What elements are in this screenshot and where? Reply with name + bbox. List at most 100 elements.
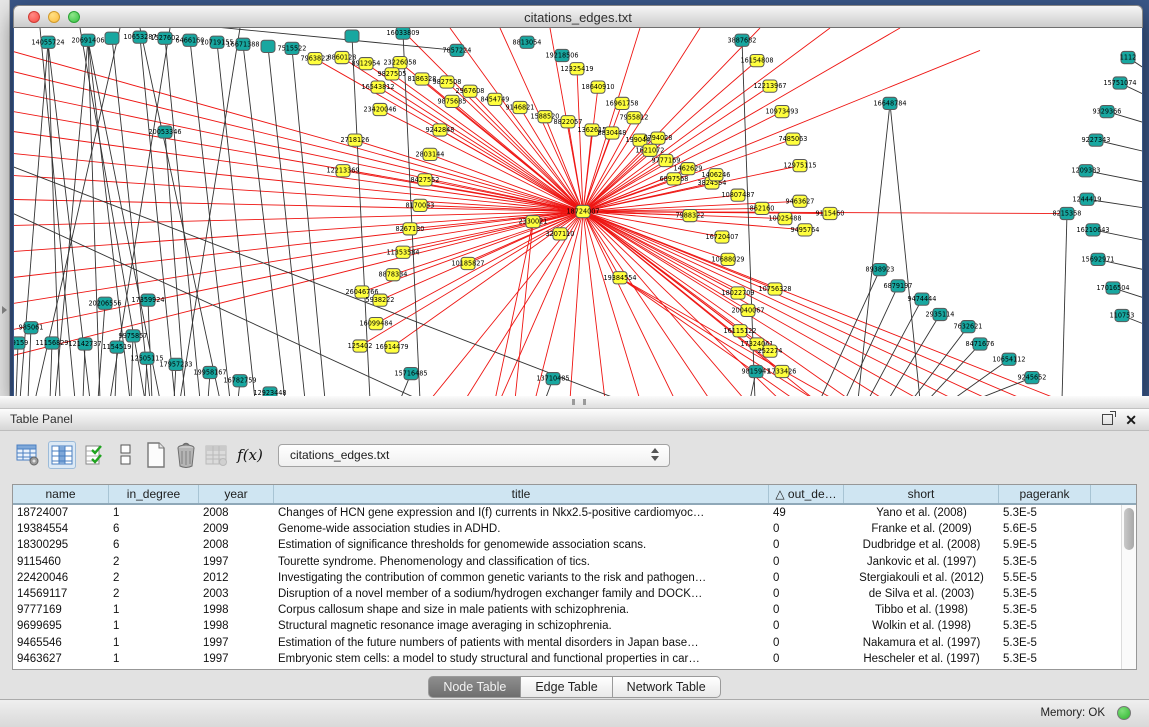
graph-node[interactable]: 110753 [1110, 309, 1135, 321]
graph-node[interactable]: 12923448 [253, 387, 286, 396]
table-source-dropdown[interactable]: citations_edges.txt [278, 444, 670, 467]
graph-node[interactable] [345, 30, 359, 42]
graph-node[interactable]: 17957233 [159, 358, 192, 370]
graph-node[interactable]: 19218506 [545, 49, 578, 61]
show-column-button[interactable] [48, 441, 76, 469]
graph-node[interactable]: 8215358 [1053, 207, 1082, 219]
graph-node[interactable]: 10807487 [721, 189, 754, 201]
table-row[interactable]: 1830029562008Estimation of significance … [13, 537, 1136, 553]
row-height-button[interactable] [112, 441, 140, 469]
graph-node[interactable]: 16671388 [226, 38, 259, 50]
graph-node[interactable]: 2935114 [926, 308, 955, 320]
network-window-titlebar[interactable]: citations_edges.txt [13, 5, 1143, 28]
graph-node[interactable]: 16210643 [1076, 224, 1109, 236]
graph-node[interactable]: 7857224 [443, 44, 472, 56]
graph-node[interactable]: 20040067 [731, 304, 764, 316]
table-row[interactable]: 1456911722003Disruption of a novel membe… [13, 586, 1136, 602]
table-row[interactable]: 977716911998Corpus callosum shape and si… [13, 602, 1136, 618]
column-header-name[interactable]: name [13, 485, 109, 503]
graph-node[interactable]: 8938923 [866, 263, 895, 275]
graph-node[interactable]: 16115122 [723, 325, 756, 337]
graph-node[interactable]: 15692971 [1081, 253, 1114, 265]
graph-node[interactable]: 16154808 [740, 55, 773, 67]
column-header-short[interactable]: short [844, 485, 999, 503]
graph-node[interactable]: 5938222 [366, 294, 395, 306]
close-panel-icon[interactable]: ✕ [1125, 411, 1137, 429]
graph-node[interactable]: 16543812 [361, 81, 394, 93]
column-header-title[interactable]: title [274, 485, 769, 503]
graph-node[interactable]: 16914479 [375, 341, 408, 353]
graph-node[interactable]: 9495764 [791, 224, 820, 236]
graph-node[interactable]: 20691406 [71, 34, 104, 46]
graph-node[interactable]: 11156829 [35, 337, 68, 349]
graph-node[interactable]: 12325419 [560, 63, 593, 75]
graph-node[interactable]: 17359924 [131, 294, 164, 306]
graph-node[interactable]: 18640910 [581, 81, 614, 93]
graph-node[interactable]: 1209383 [1072, 165, 1101, 177]
graph-node[interactable]: 3207110 [546, 228, 575, 240]
graph-node[interactable]: 9463627 [786, 195, 815, 207]
graph-node[interactable]: 16648784 [873, 97, 906, 109]
graph-node[interactable]: 2803144 [416, 148, 445, 160]
network-graph[interactable]: 1872400714055724206914061065328715276026… [14, 28, 1142, 396]
graph-node[interactable]: 7955812 [620, 112, 649, 124]
table-row[interactable]: 2242004622012Investigating the contribut… [13, 570, 1136, 586]
graph-node[interactable] [105, 32, 119, 44]
scrollbar-thumb[interactable] [1124, 508, 1134, 550]
function-builder-button[interactable]: f(x) [236, 441, 264, 469]
graph-node[interactable]: 8878334 [379, 269, 408, 281]
splitter-grip-icon[interactable] [572, 399, 586, 405]
float-panel-icon[interactable] [1102, 414, 1113, 425]
select-all-button[interactable] [82, 441, 110, 469]
graph-node[interactable]: 9329366 [1093, 105, 1122, 117]
import-table-button-disabled[interactable] [202, 441, 230, 469]
graph-node[interactable]: 7485063 [779, 133, 808, 145]
graph-node[interactable]: 16099484 [359, 318, 392, 330]
graph-node[interactable] [261, 40, 275, 52]
graph-node[interactable]: 9827505 [378, 68, 407, 80]
graph-node[interactable]: 23420046 [363, 103, 396, 115]
graph-node[interactable]: 19384554 [603, 272, 636, 284]
expand-panel-arrow-icon[interactable] [2, 306, 7, 314]
table-settings-button[interactable] [14, 441, 42, 469]
graph-node[interactable]: 19958167 [193, 366, 226, 378]
graph-node[interactable]: 9875685 [438, 95, 467, 107]
graph-node[interactable]: 12213369 [326, 165, 359, 177]
graph-node[interactable]: 7515522 [278, 42, 307, 54]
new-column-button[interactable] [142, 441, 170, 469]
table-row[interactable]: 969969511998Structural magnetic resonanc… [13, 618, 1136, 634]
panel-splitter[interactable] [0, 396, 1149, 409]
graph-node[interactable]: 8427552 [411, 174, 440, 186]
graph-node[interactable]: 17016504 [1096, 282, 1129, 294]
graph-node[interactable]: 8813054 [513, 36, 542, 48]
table-row[interactable]: 1938455462009Genome-wide association stu… [13, 521, 1136, 537]
graph-node[interactable]: 15716485 [394, 367, 427, 379]
graph-node[interactable]: 7963822 [301, 52, 330, 64]
graph-node[interactable]: 9227343 [1082, 134, 1111, 146]
column-header-year[interactable]: year [199, 485, 274, 503]
table-vertical-scrollbar[interactable] [1121, 505, 1136, 669]
tab-node-table[interactable]: Node Table [428, 676, 521, 698]
graph-node[interactable]: 985061 [19, 322, 44, 334]
column-header-in_degree[interactable]: in_degree [109, 485, 199, 503]
column-header-pagerank[interactable]: pagerank [999, 485, 1091, 503]
graph-node[interactable]: 12975115 [783, 160, 816, 172]
graph-node[interactable]: 16961758 [605, 97, 638, 109]
graph-node[interactable]: 9115460 [816, 207, 845, 219]
graph-node[interactable]: 8170033 [406, 199, 435, 211]
network-canvas[interactable]: 1872400714055724206914061065328715276026… [14, 28, 1142, 396]
graph-node[interactable]: 12213967 [753, 80, 786, 92]
graph-node[interactable]: 3887682 [728, 34, 757, 46]
graph-node[interactable]: 9815941 [742, 365, 771, 377]
graph-node[interactable]: 39159 [14, 337, 28, 349]
graph-node[interactable]: 10973493 [765, 105, 798, 117]
graph-node[interactable]: 8830448 [598, 127, 627, 139]
table-row[interactable]: 946554611997Estimation of the future num… [13, 635, 1136, 651]
graph-node[interactable]: 11353584 [386, 246, 419, 258]
graph-node[interactable]: 1154519 [103, 341, 132, 353]
table-row[interactable]: 1872400712008Changes of HCN gene express… [13, 505, 1136, 521]
control-panel-collapsed-strip[interactable] [0, 0, 10, 396]
delete-column-button[interactable] [172, 441, 200, 469]
graph-node[interactable]: 16033809 [386, 28, 419, 39]
tab-edge-table[interactable]: Edge Table [521, 676, 612, 698]
